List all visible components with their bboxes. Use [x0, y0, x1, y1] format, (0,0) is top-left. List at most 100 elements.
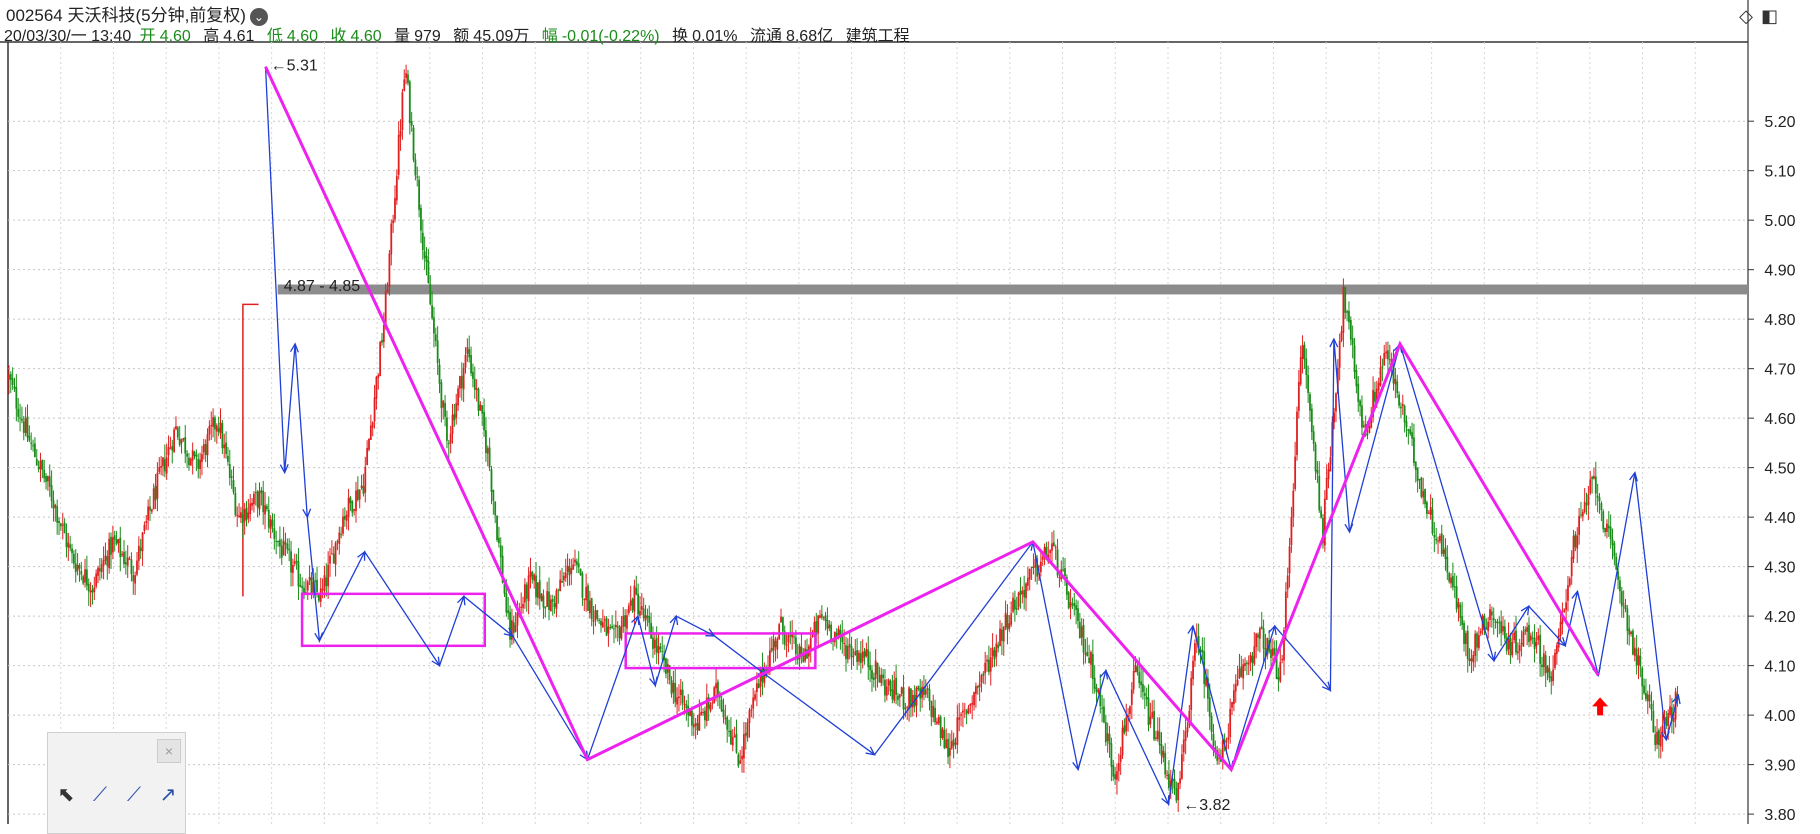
candle-body: [590, 598, 593, 620]
resistance-band: [277, 284, 1749, 295]
line-tool-icon[interactable]: ⟋: [88, 783, 112, 807]
candle-body: [1630, 631, 1632, 635]
candle-body: [499, 545, 502, 558]
candle-body: [588, 600, 591, 614]
candle-body: [416, 176, 419, 178]
candle-body: [1108, 734, 1111, 745]
candle-body: [136, 560, 138, 575]
close-value: 4.60: [350, 28, 382, 45]
candle-body: [928, 689, 931, 702]
candle-body: [1359, 400, 1361, 407]
candle-body: [1439, 535, 1441, 542]
ray-tool-icon[interactable]: ↗: [156, 783, 180, 807]
candle-body: [1470, 658, 1473, 662]
candle-body: [178, 438, 181, 446]
candle-body: [390, 223, 393, 255]
amount-label: 额: [453, 28, 470, 45]
candle-body: [1637, 655, 1640, 665]
candle-body: [845, 645, 847, 660]
candle-body: [221, 422, 224, 449]
candle-body: [85, 569, 88, 586]
candle-body: [1273, 648, 1276, 655]
candle-body: [1529, 635, 1532, 641]
chart-root[interactable]: 5.20 5.10 5.00 4.90 4.80 4.70 4.60 4.50 4.40 4.30…: [0, 0, 1820, 824]
candle-body: [904, 708, 907, 710]
candle-body: [347, 497, 350, 517]
candle-body: [724, 717, 727, 720]
candle-body: [407, 74, 409, 84]
candle-body: [1114, 774, 1117, 780]
candle-body: [1606, 523, 1608, 532]
candle-body: [149, 506, 151, 511]
candle-body: [1002, 627, 1005, 642]
candle-body: [1639, 655, 1642, 667]
candle-body: [1494, 621, 1497, 623]
candle-body: [987, 659, 990, 673]
candle-body: [1173, 778, 1176, 789]
top-right-icons: ◇ ◧: [1731, 6, 1778, 27]
candle-body: [995, 643, 998, 657]
panel-toggle-icon[interactable]: ◧: [1761, 6, 1778, 26]
candle-body: [865, 649, 868, 657]
candle-body: [828, 624, 831, 629]
candle-body: [639, 610, 641, 616]
candle-body: [535, 575, 537, 598]
candle-body: [1550, 676, 1553, 682]
candle-body: [369, 425, 372, 441]
candle-body: [629, 600, 632, 606]
candle-body: [962, 710, 964, 713]
candle-body: [713, 687, 716, 704]
candle-body: [308, 576, 311, 581]
candle-body: [1104, 721, 1107, 743]
candle-body: [947, 738, 949, 758]
candle-body: [269, 519, 272, 529]
candle-body: [1181, 754, 1183, 779]
candle-body: [1294, 456, 1297, 490]
candle-body: [132, 574, 135, 582]
candle-body: [1583, 501, 1586, 513]
candle-body: [145, 521, 148, 523]
candle-body: [314, 580, 317, 583]
candle-body: [486, 448, 489, 454]
candle-body: [1262, 628, 1265, 649]
candle-body: [635, 587, 638, 595]
candle-body: [375, 376, 378, 399]
candle-body: [1563, 609, 1566, 613]
candle-body: [1511, 642, 1514, 656]
close-icon[interactable]: ×: [157, 739, 181, 763]
candle-body: [536, 582, 539, 598]
pointer-icon[interactable]: ⬉: [54, 783, 78, 807]
candle-body: [280, 545, 283, 558]
candle-body: [481, 405, 484, 414]
candle-body: [204, 444, 207, 456]
candle-body: [574, 559, 576, 563]
drawing-toolbar[interactable]: × ⬉ ⟋ ⟋ ↗: [47, 732, 186, 834]
segment-tool-icon[interactable]: ⟋: [122, 783, 146, 807]
y-tick-label: 4.30: [1764, 560, 1795, 577]
candle-body: [147, 506, 150, 521]
candle-body: [262, 490, 265, 513]
candle-body: [997, 644, 1000, 649]
chart-svg[interactable]: 5.20 5.10 5.00 4.90 4.80 4.70 4.60 4.50 4.40 4.30…: [0, 0, 1820, 824]
candle-body: [1658, 730, 1660, 746]
candle-body: [540, 593, 543, 601]
candle-body: [316, 579, 318, 592]
candle-body: [1049, 550, 1052, 554]
candle-body: [884, 679, 886, 696]
candle-body: [908, 687, 910, 709]
chevron-down-icon[interactable]: ⌄: [249, 7, 268, 26]
candle-body: [58, 520, 60, 524]
candle-body: [652, 637, 654, 649]
low-value: 4.60: [286, 28, 319, 45]
candle-body: [327, 564, 330, 587]
candle-body: [542, 595, 545, 608]
candle-body: [1095, 687, 1098, 692]
candle-body: [549, 599, 552, 612]
candle-body: [613, 628, 615, 630]
candle-body: [856, 650, 859, 662]
candle-body: [811, 635, 814, 638]
diamond-icon[interactable]: ◇: [1739, 6, 1753, 26]
candle-body: [152, 488, 155, 510]
candle-body: [906, 706, 909, 708]
quote-info-bar: 20/03/30/一 13:40 开 4.60 高 4.61 低 4.60 收 4.60…: [4, 27, 914, 47]
